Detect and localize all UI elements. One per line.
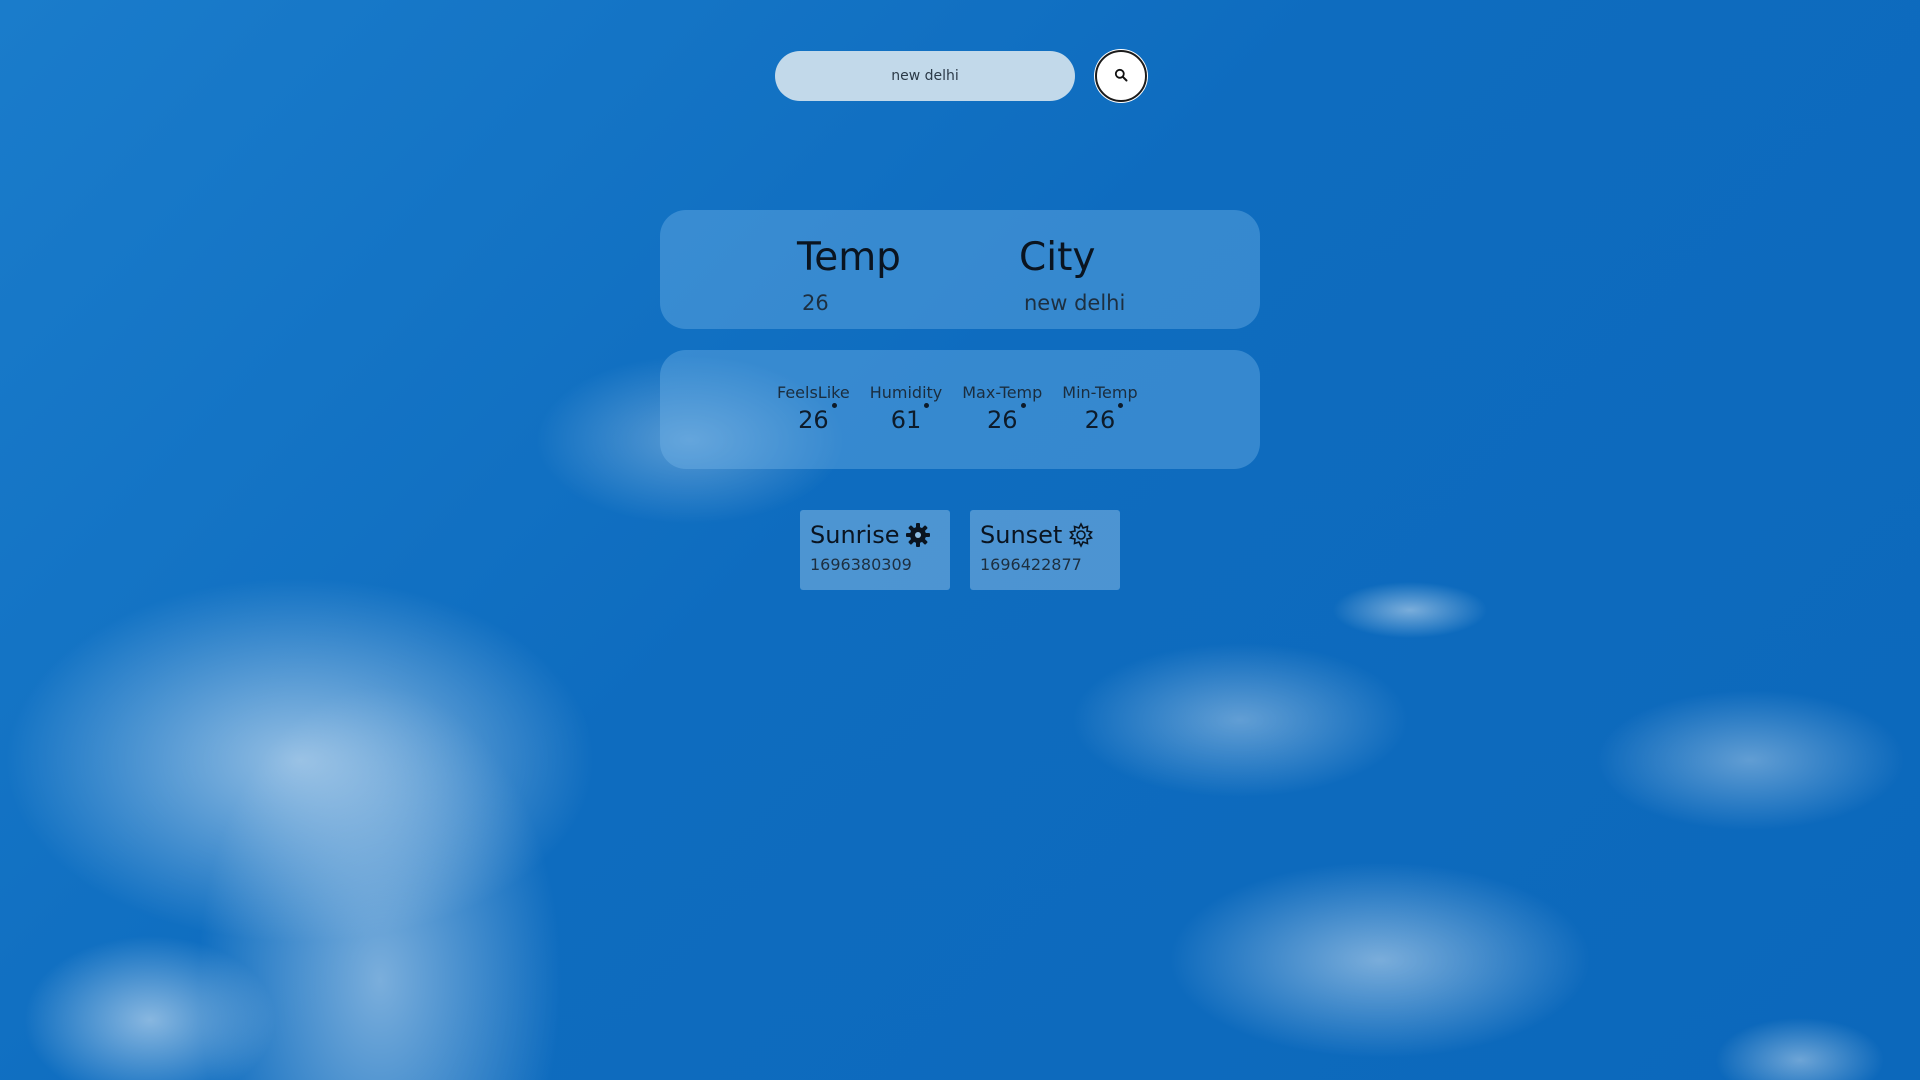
stats-panel: FeelsLike 26 Humidity 61 Max-Temp 26 Min… <box>660 350 1260 469</box>
sun-gear-outline-icon <box>1068 522 1094 548</box>
stat-value-wrap: 61 <box>890 403 930 434</box>
temp-value: 26 <box>802 291 829 315</box>
stat-label: Humidity <box>869 383 943 402</box>
city-heading: City <box>1019 235 1096 280</box>
sunset-title-row: Sunset <box>980 521 1120 549</box>
stat-value: 26 <box>1084 406 1116 434</box>
temp-heading: Temp <box>797 235 901 280</box>
search-button[interactable] <box>1095 50 1147 102</box>
sunrise-card: Sunrise 1696380309 <box>800 510 950 590</box>
stat-label: Min-Temp <box>1062 383 1138 402</box>
city-value: new delhi <box>1024 291 1126 315</box>
stat-humidity: Humidity 61 <box>870 383 943 434</box>
degree-dot-icon <box>831 403 837 408</box>
stat-max-temp: Max-Temp 26 <box>962 383 1042 434</box>
stat-value: 26 <box>986 406 1018 434</box>
degree-dot-icon <box>1118 403 1124 408</box>
sunrise-time: 1696380309 <box>810 555 912 574</box>
stat-value-wrap: 26 <box>798 403 837 434</box>
stat-label: Max-Temp <box>962 383 1043 402</box>
temp-section: Temp 26 <box>797 238 901 315</box>
stat-feelslike: FeelsLike 26 <box>777 383 850 434</box>
stat-value: 61 <box>890 406 922 434</box>
sunrise-title-row: Sunrise <box>810 521 950 549</box>
stat-value-wrap: 26 <box>1084 403 1124 434</box>
main-weather-panel: Temp 26 City new delhi <box>660 210 1260 329</box>
sunset-time: 1696422877 <box>980 555 1082 574</box>
stats-row: FeelsLike 26 Humidity 61 Max-Temp 26 Min… <box>777 383 1158 434</box>
search-bar <box>775 50 1147 102</box>
search-input[interactable] <box>775 51 1075 101</box>
degree-dot-icon <box>924 403 930 408</box>
sun-gear-filled-icon <box>905 522 931 548</box>
search-icon <box>1114 67 1128 86</box>
stat-value: 26 <box>798 406 829 434</box>
stat-label: FeelsLike <box>777 383 850 402</box>
sunrise-label: Sunrise <box>810 521 900 549</box>
sunset-card: Sunset 1696422877 <box>970 510 1120 590</box>
sunset-label: Sunset <box>980 521 1063 549</box>
city-section: City new delhi <box>1019 238 1125 315</box>
stat-value-wrap: 26 <box>986 403 1026 434</box>
degree-dot-icon <box>1020 403 1026 408</box>
stat-min-temp: Min-Temp 26 <box>1062 383 1137 434</box>
